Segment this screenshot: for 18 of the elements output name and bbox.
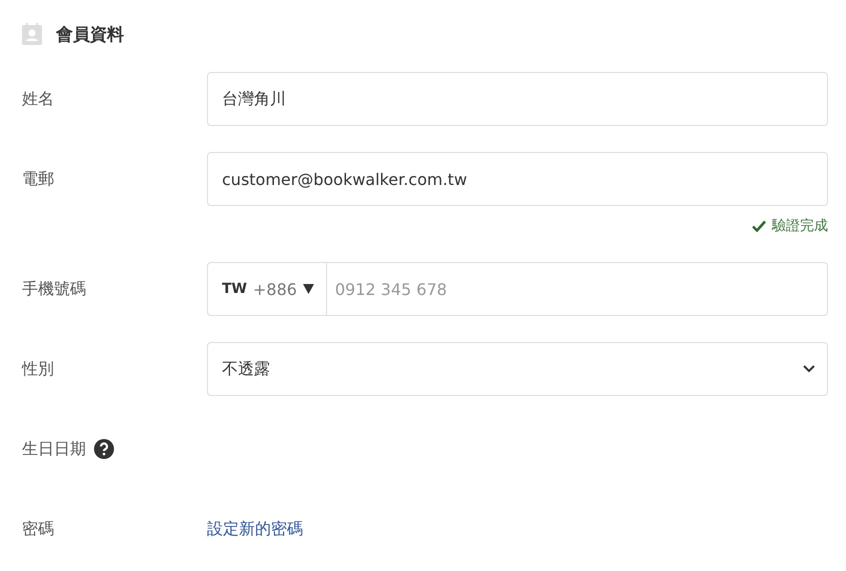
field-label: 手機號碼 <box>22 278 87 300</box>
caret-icon <box>302 284 314 294</box>
phone-input[interactable]: 0912 345 678 <box>326 262 828 316</box>
section-title: 會員資料 <box>56 24 124 46</box>
gender-dropdown[interactable]: 不透露 <box>207 342 828 396</box>
field-label: 電郵 <box>22 168 55 190</box>
country-code-dropdown[interactable]: TW +886 <box>207 262 327 316</box>
verified-text: 驗證完成 <box>772 217 828 235</box>
chevron-icon <box>803 365 815 373</box>
field-label: 性別 <box>22 358 55 380</box>
help-icon[interactable] <box>94 439 114 459</box>
text-field[interactable]: customer@bookwalker.com.tw <box>207 152 828 206</box>
text-field[interactable]: 台灣角川 <box>207 72 828 126</box>
field-label: 姓名 <box>22 88 55 110</box>
field-label: 生日日期 <box>22 438 86 460</box>
contact-card-icon <box>22 23 42 45</box>
set-password-link[interactable]: 設定新的密碼 <box>207 518 303 540</box>
field-label: 密碼 <box>22 518 55 540</box>
